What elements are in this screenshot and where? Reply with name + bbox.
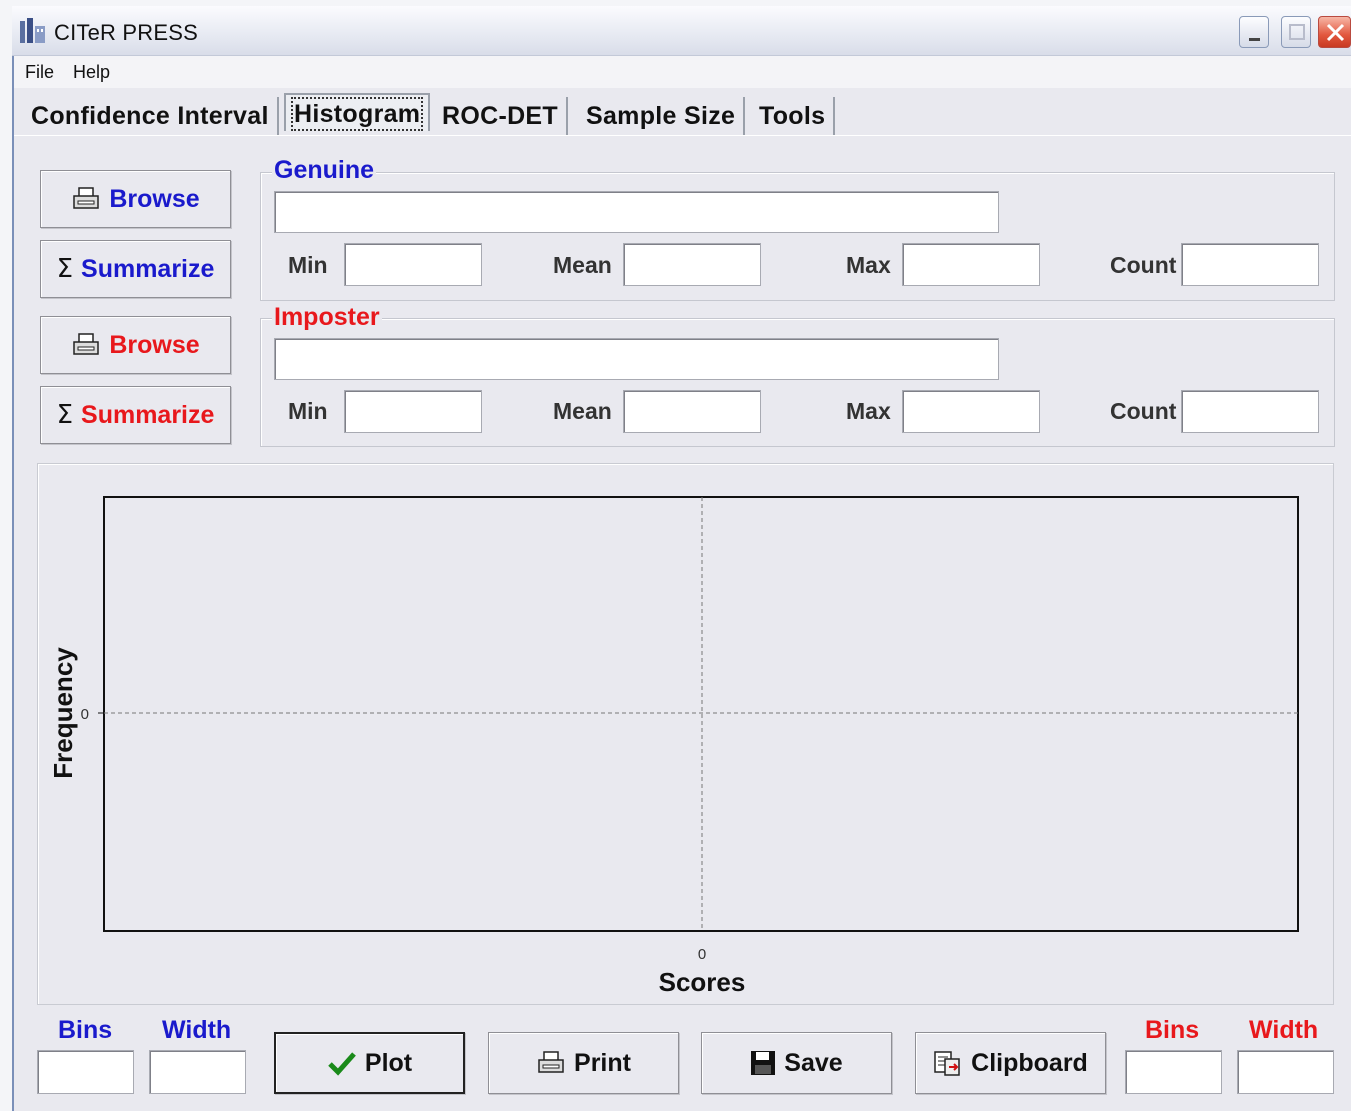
genuine-mean-field[interactable] <box>623 243 761 286</box>
sigma-icon: Σ <box>56 254 74 284</box>
tab-sample-size[interactable]: Sample Size <box>578 97 746 135</box>
y-axis-label: Frequency <box>48 647 78 779</box>
tab-label: ROC-DET <box>442 102 558 130</box>
menu-file[interactable]: File <box>25 62 54 83</box>
floppy-disk-icon <box>751 1051 776 1075</box>
print-button[interactable]: Print <box>488 1032 679 1094</box>
minimize-icon <box>1249 38 1260 41</box>
checkmark-icon <box>328 1052 356 1076</box>
menu-help[interactable]: Help <box>73 62 110 83</box>
imposter-count-label: Count <box>1110 398 1177 424</box>
menu-bar <box>14 56 1351 88</box>
genuine-max-field[interactable] <box>902 243 1040 286</box>
summarize-label: Summarize <box>81 254 215 283</box>
printer-doc-icon <box>73 333 100 355</box>
imposter-min-field[interactable] <box>344 390 482 433</box>
plot-button[interactable]: Plot <box>274 1032 465 1094</box>
genuine-min-field[interactable] <box>344 243 482 286</box>
imposter-bins-field[interactable] <box>1125 1050 1222 1094</box>
tab-histogram[interactable]: Histogram <box>284 93 431 131</box>
plot-label: Plot <box>364 1048 413 1077</box>
imposter-min-label: Min <box>288 398 328 424</box>
title-bar[interactable] <box>12 6 1351 56</box>
printer-doc-icon <box>73 187 100 209</box>
imposter-mean-label: Mean <box>553 398 612 424</box>
save-label: Save <box>784 1048 843 1077</box>
imposter-width-field[interactable] <box>1237 1050 1334 1094</box>
genuine-width-field[interactable] <box>149 1050 246 1094</box>
tab-label: Tools <box>759 102 826 130</box>
histogram-chart: 0 0 Scores Frequency <box>48 496 1299 997</box>
minimize-button[interactable] <box>1239 16 1269 48</box>
imposter-max-label: Max <box>846 398 891 424</box>
genuine-path-field[interactable] <box>274 191 999 233</box>
tab-label: Confidence Interval <box>31 102 269 130</box>
printer-icon <box>538 1051 564 1073</box>
tab-tools[interactable]: Tools <box>751 97 836 135</box>
imposter-width-label: Width <box>1249 1016 1319 1044</box>
browse-label: Browse <box>109 184 200 213</box>
maximize-icon <box>1289 24 1305 40</box>
y-tick-label: 0 <box>81 706 89 723</box>
genuine-max-label: Max <box>846 252 891 278</box>
x-tick-label: 0 <box>698 946 706 963</box>
x-axis-label: Scores <box>659 967 746 997</box>
plot-area <box>103 496 1299 932</box>
summarize-label: Summarize <box>81 400 215 429</box>
clipboard-button[interactable]: Clipboard <box>915 1032 1106 1094</box>
app-logo-icon <box>20 18 45 43</box>
genuine-min-label: Min <box>288 252 328 278</box>
close-icon <box>1326 23 1345 42</box>
clipboard-icon <box>934 1051 960 1076</box>
genuine-width-label: Width <box>162 1016 232 1044</box>
imposter-path-field[interactable] <box>274 338 999 380</box>
imposter-mean-field[interactable] <box>623 390 761 433</box>
save-button[interactable]: Save <box>701 1032 892 1094</box>
tab-label: Histogram <box>290 97 424 131</box>
genuine-bins-label: Bins <box>58 1016 113 1044</box>
genuine-browse-button[interactable]: Browse <box>40 170 231 228</box>
imposter-title: Imposter <box>272 303 382 332</box>
imposter-max-field[interactable] <box>902 390 1040 433</box>
tab-confidence-interval[interactable]: Confidence Interval <box>23 97 279 135</box>
browse-label: Browse <box>109 330 200 359</box>
imposter-count-field[interactable] <box>1181 390 1319 433</box>
imposter-bins-label: Bins <box>1145 1016 1200 1044</box>
tab-label: Sample Size <box>586 102 736 130</box>
genuine-bins-field[interactable] <box>37 1050 134 1094</box>
print-label: Print <box>574 1048 631 1077</box>
genuine-summarize-button[interactable]: Σ Summarize <box>40 240 231 298</box>
genuine-count-label: Count <box>1110 252 1177 278</box>
genuine-mean-label: Mean <box>553 252 612 278</box>
sigma-icon: Σ <box>56 400 74 430</box>
clipboard-label: Clipboard <box>971 1048 1088 1077</box>
imposter-browse-button[interactable]: Browse <box>40 316 231 374</box>
genuine-count-field[interactable] <box>1181 243 1319 286</box>
maximize-button[interactable] <box>1281 16 1311 48</box>
close-button[interactable] <box>1318 16 1351 48</box>
genuine-title: Genuine <box>272 156 377 185</box>
imposter-summarize-button[interactable]: Σ Summarize <box>40 386 231 444</box>
tab-roc-det[interactable]: ROC-DET <box>434 97 568 135</box>
window-title: CITeR PRESS <box>54 20 199 45</box>
